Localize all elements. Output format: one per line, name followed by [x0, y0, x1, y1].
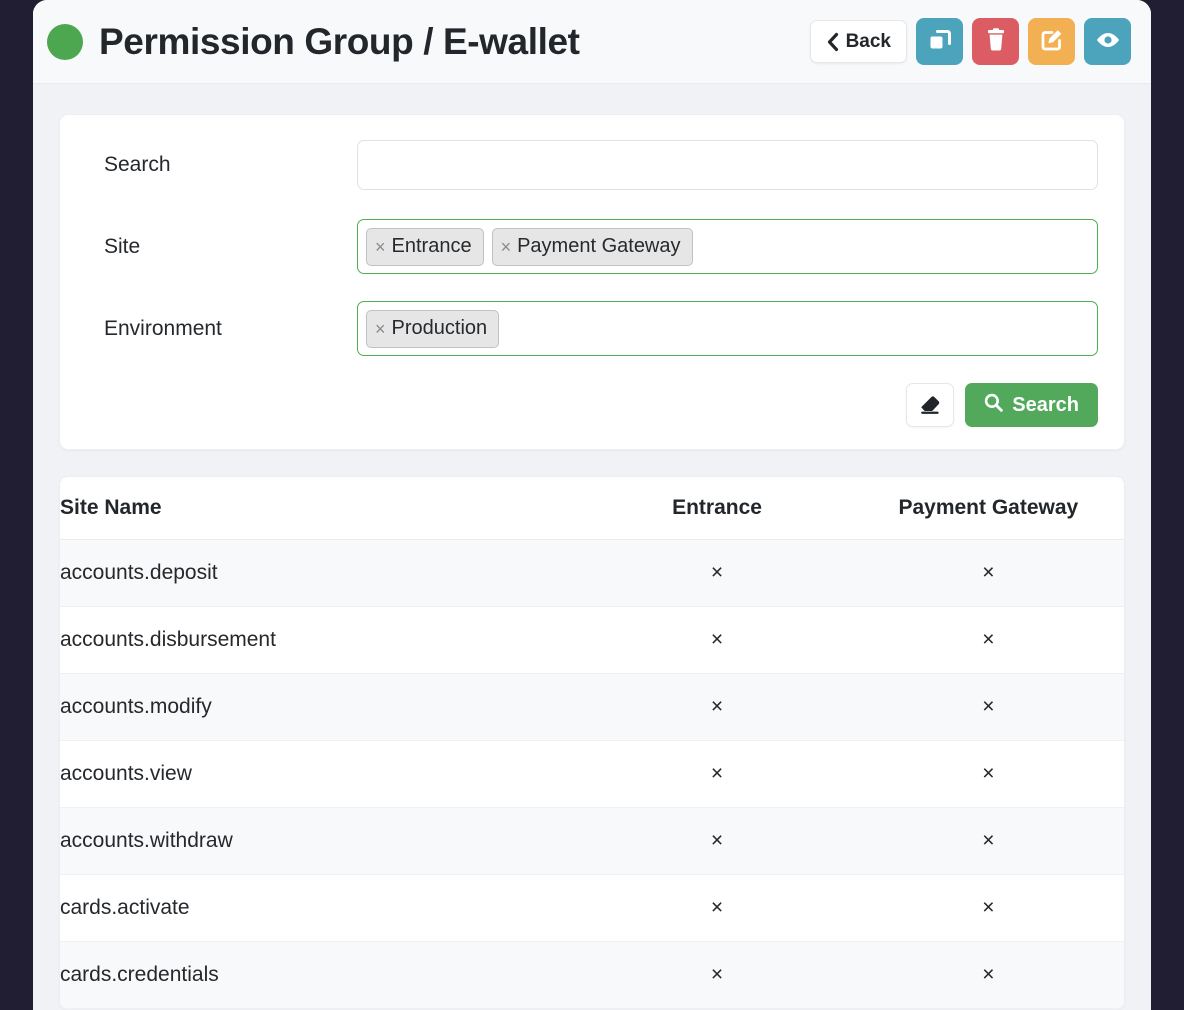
- site-tag-label: Entrance: [391, 235, 472, 257]
- cell-payment-gateway: ×: [852, 673, 1124, 741]
- search-submit-label: Search: [1012, 393, 1079, 416]
- table-row[interactable]: accounts.deposit × ×: [60, 539, 1124, 607]
- cell-site-name: accounts.modify: [60, 673, 582, 741]
- page-body: Search Site × Entrance × Payment Gateway…: [33, 84, 1151, 1010]
- cell-entrance: ×: [581, 740, 853, 808]
- cell-entrance: ×: [581, 874, 853, 942]
- cell-payment-gateway: ×: [852, 874, 1124, 942]
- cell-entrance: ×: [581, 807, 853, 875]
- environment-label: Environment: [104, 316, 222, 340]
- cell-payment-gateway: ×: [852, 740, 1124, 808]
- form-row-site: Site × Entrance × Payment Gateway: [82, 219, 1098, 274]
- site-tag-payment-gateway[interactable]: × Payment Gateway: [491, 227, 693, 266]
- environment-tag-production[interactable]: × Production: [366, 309, 500, 348]
- edit-button[interactable]: [1028, 18, 1075, 65]
- table-row[interactable]: accounts.modify × ×: [60, 673, 1124, 741]
- remove-tag-icon[interactable]: ×: [375, 320, 386, 338]
- table-row[interactable]: cards.credentials × ×: [60, 941, 1124, 1009]
- cell-payment-gateway: ×: [852, 539, 1124, 607]
- duplicate-button[interactable]: [916, 18, 963, 65]
- status-dot-icon: [47, 23, 83, 60]
- permissions-table: Site Name Entrance Payment Gateway accou…: [60, 477, 1124, 1009]
- table-header-row: Site Name Entrance Payment Gateway: [60, 477, 1124, 540]
- cell-payment-gateway: ×: [852, 807, 1124, 875]
- search-label: Search: [104, 152, 171, 176]
- table-row[interactable]: accounts.view × ×: [60, 740, 1124, 808]
- site-tag-input[interactable]: × Entrance × Payment Gateway: [357, 219, 1098, 274]
- search-icon: [984, 393, 1004, 418]
- column-header-payment-gateway[interactable]: Payment Gateway: [852, 477, 1124, 540]
- site-tag-label: Payment Gateway: [517, 235, 681, 257]
- cell-entrance: ×: [581, 941, 853, 1009]
- eraser-icon: [918, 393, 942, 418]
- filter-card: Search Site × Entrance × Payment Gateway…: [59, 114, 1125, 450]
- copy-icon: [928, 28, 952, 55]
- environment-tag-label: Production: [391, 317, 488, 339]
- column-header-site-name[interactable]: Site Name: [60, 477, 582, 540]
- cell-entrance: ×: [581, 606, 853, 674]
- page-title: Permission Group / E-wallet: [99, 20, 580, 62]
- cell-site-name: cards.activate: [60, 874, 582, 942]
- header-actions: Back: [809, 18, 1131, 65]
- cell-site-name: cards.credentials: [60, 941, 582, 1009]
- delete-button[interactable]: [972, 18, 1019, 65]
- cell-site-name: accounts.deposit: [60, 539, 582, 607]
- cell-payment-gateway: ×: [852, 606, 1124, 674]
- back-button[interactable]: Back: [809, 20, 907, 63]
- cell-site-name: accounts.withdraw: [60, 807, 582, 875]
- edit-square-icon: [1040, 28, 1064, 55]
- column-header-entrance[interactable]: Entrance: [581, 477, 853, 540]
- table-head: Site Name Entrance Payment Gateway: [60, 477, 1124, 540]
- trash-icon: [985, 28, 1007, 55]
- table-body: accounts.deposit × × accounts.disburseme…: [60, 539, 1124, 1009]
- view-button[interactable]: [1084, 18, 1131, 65]
- search-submit-button[interactable]: Search: [965, 383, 1098, 427]
- app-window: Permission Group / E-wallet Back Search …: [33, 0, 1151, 1010]
- clear-filters-button[interactable]: [906, 383, 955, 427]
- cell-entrance: ×: [581, 673, 853, 741]
- page-header: Permission Group / E-wallet Back: [33, 0, 1151, 84]
- table-row[interactable]: accounts.withdraw × ×: [60, 807, 1124, 875]
- table-row[interactable]: cards.activate × ×: [60, 874, 1124, 942]
- cell-payment-gateway: ×: [852, 941, 1124, 1009]
- form-row-environment: Environment × Production: [82, 301, 1098, 356]
- search-input[interactable]: [357, 139, 1098, 190]
- cell-site-name: accounts.disbursement: [60, 606, 582, 674]
- site-tag-entrance[interactable]: × Entrance: [366, 227, 484, 266]
- eye-icon: [1095, 29, 1121, 54]
- table-row[interactable]: accounts.disbursement × ×: [60, 606, 1124, 674]
- filter-actions: Search: [82, 383, 1098, 427]
- permissions-table-card: Site Name Entrance Payment Gateway accou…: [59, 476, 1125, 1010]
- site-label: Site: [104, 234, 141, 258]
- form-row-search: Search: [82, 137, 1098, 192]
- cell-site-name: accounts.view: [60, 740, 582, 808]
- remove-tag-icon[interactable]: ×: [501, 238, 512, 256]
- back-button-label: Back: [845, 30, 891, 52]
- remove-tag-icon[interactable]: ×: [375, 238, 386, 256]
- chevron-left-icon: [826, 32, 839, 52]
- cell-entrance: ×: [581, 539, 853, 607]
- environment-tag-input[interactable]: × Production: [357, 301, 1098, 356]
